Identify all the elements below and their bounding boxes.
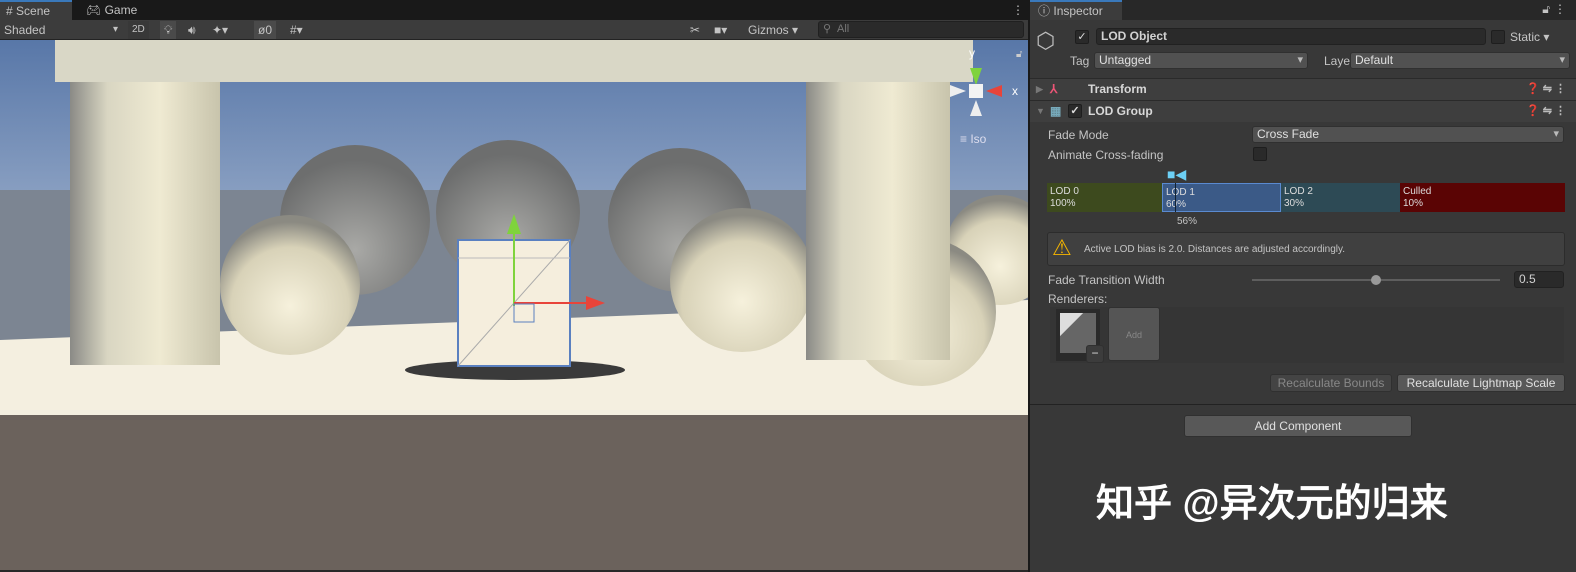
tools-icon[interactable]: ✂ bbox=[690, 21, 700, 39]
lod-name: LOD 0 bbox=[1050, 186, 1079, 197]
foldout-arrow-icon[interactable]: ▶ bbox=[1036, 79, 1043, 100]
hidden-objects-toggle[interactable]: ø0 bbox=[254, 21, 277, 39]
remove-renderer-button[interactable]: − bbox=[1086, 345, 1104, 363]
tag-dropdown[interactable]: Untagged bbox=[1094, 52, 1308, 69]
warning-text: Active LOD bias is 2.0. Distances are ad… bbox=[1084, 244, 1346, 255]
lod-segment-0[interactable]: LOD 0 100% bbox=[1047, 183, 1162, 212]
fade-transition-width-input[interactable]: 0.5 bbox=[1514, 271, 1564, 288]
lod-name: Culled bbox=[1403, 186, 1432, 197]
inspector-header: ⓘ Inspector 🔓︎ ⋮ bbox=[1030, 0, 1576, 20]
animate-cross-fading-label: Animate Cross-fading bbox=[1048, 148, 1164, 162]
gizmo-axis-y[interactable]: y bbox=[969, 46, 975, 60]
add-renderer-button[interactable]: Add bbox=[1108, 307, 1160, 361]
gamepad-icon: 🎮︎ bbox=[86, 3, 102, 17]
static-label: Static bbox=[1510, 30, 1541, 44]
tab-game[interactable]: 🎮︎ Game bbox=[80, 0, 143, 20]
static-dropdown[interactable]: Static ▾ bbox=[1510, 30, 1549, 44]
tab-label: Scene bbox=[16, 4, 51, 18]
lod-pct: 100% bbox=[1050, 198, 1076, 209]
info-icon: ⓘ bbox=[1038, 4, 1051, 18]
inspector-panel: ⓘ Inspector 🔓︎ ⋮ ⬡ ✓ LOD Object Static ▾… bbox=[1030, 0, 1576, 572]
gizmos-dropdown[interactable]: Gizmos ▾ bbox=[748, 21, 798, 39]
object-name-input[interactable]: LOD Object bbox=[1096, 28, 1486, 45]
component-title: LOD Group bbox=[1088, 104, 1153, 118]
transform-icon: ⅄ bbox=[1050, 82, 1058, 96]
foldout-arrow-icon[interactable]: ▼ bbox=[1036, 101, 1045, 122]
scene-viewport[interactable]: y x 🔓︎ ≡ Iso bbox=[0, 40, 1028, 570]
component-actions[interactable]: ❓ ⇋ ⋮ bbox=[1526, 101, 1566, 122]
camera-settings-icon[interactable]: ■▾ bbox=[714, 21, 727, 39]
lod-pct: 30% bbox=[1284, 198, 1305, 209]
lod-segment-culled[interactable]: Culled 10% bbox=[1400, 183, 1565, 212]
scene-toolbar: Shaded ▾ 2D 💡︎ 🔊︎ ✦▾ ø0 #▾ ✂ ■▾ Gizmos ▾ … bbox=[0, 20, 1028, 40]
hash-icon: # bbox=[6, 4, 13, 18]
lod-bias-warning: ⚠ Active LOD bias is 2.0. Distances are … bbox=[1047, 232, 1565, 266]
lod-bar: LOD 0 100% LOD 1 60% LOD 2 30% Culled 10% bbox=[1047, 183, 1565, 212]
animate-cross-fading-checkbox[interactable] bbox=[1253, 147, 1267, 161]
warning-icon: ⚠ bbox=[1052, 235, 1072, 260]
renderers-list: − Add bbox=[1050, 307, 1564, 363]
search-placeholder: All bbox=[837, 23, 850, 35]
watermark: 知乎 @异次元的归来 bbox=[1096, 483, 1448, 525]
scene-render bbox=[0, 40, 1028, 570]
transform-component-header[interactable]: ▶ ⅄ Transform ❓ ⇋ ⋮ bbox=[1030, 78, 1576, 100]
more-menu-icon[interactable]: ⋮ bbox=[1006, 0, 1030, 20]
lighting-toggle-icon[interactable]: 💡︎ bbox=[160, 21, 177, 39]
tag-label: Tag bbox=[1070, 54, 1090, 68]
more-menu-icon[interactable]: ⋮ bbox=[1554, 2, 1566, 16]
component-title: Transform bbox=[1088, 82, 1147, 96]
add-component-button[interactable]: Add Component bbox=[1184, 415, 1412, 437]
fade-transition-slider[interactable] bbox=[1252, 275, 1500, 285]
audio-toggle-icon[interactable]: 🔊︎ bbox=[188, 21, 196, 39]
active-checkbox[interactable]: ✓ bbox=[1075, 30, 1089, 44]
camera-position-marker bbox=[1175, 183, 1176, 212]
tab-label: Game bbox=[104, 3, 138, 17]
fade-transition-width-label: Fade Transition Width bbox=[1048, 273, 1165, 287]
static-checkbox[interactable] bbox=[1491, 30, 1505, 44]
lod-pct: 60% bbox=[1166, 199, 1187, 210]
shading-mode-dropdown[interactable]: Shaded ▾ bbox=[4, 21, 122, 39]
gizmos-label: Gizmos bbox=[748, 23, 789, 37]
shading-label: Shaded bbox=[4, 23, 46, 37]
grid-toggle-icon[interactable]: #▾ bbox=[290, 21, 303, 39]
scene-view-panel: # Scene 🎮︎ Game ⋮ Shaded ▾ 2D 💡︎ 🔊︎ ✦▾ ø0… bbox=[0, 0, 1028, 572]
gameobject-cube-icon: ⬡ bbox=[1036, 28, 1056, 53]
lod-pct: 10% bbox=[1403, 198, 1424, 209]
scene-search-input[interactable]: ⚲ All bbox=[818, 21, 1024, 38]
tab-label: Inspector bbox=[1053, 4, 1103, 18]
fade-mode-label: Fade Mode bbox=[1048, 128, 1109, 142]
lod-group-icon: ▦ bbox=[1050, 104, 1062, 118]
tab-scene[interactable]: # Scene bbox=[0, 0, 72, 20]
recalculate-bounds-button[interactable]: Recalculate Bounds bbox=[1270, 374, 1392, 392]
lock-icon[interactable]: 🔓︎ bbox=[1542, 2, 1550, 17]
fade-mode-dropdown[interactable]: Cross Fade bbox=[1252, 126, 1564, 143]
camera-slider-icon[interactable]: ■◀ bbox=[1167, 166, 1189, 182]
scene-tab-bar: # Scene 🎮︎ Game ⋮ bbox=[0, 0, 1028, 20]
lod-name: LOD 2 bbox=[1284, 186, 1313, 197]
recalculate-lightmap-scale-button[interactable]: Recalculate Lightmap Scale bbox=[1397, 374, 1565, 392]
lock-icon[interactable]: 🔓︎ bbox=[1016, 49, 1022, 60]
divider bbox=[1030, 404, 1576, 405]
search-icon: ⚲ bbox=[823, 23, 832, 35]
projection-toggle[interactable]: ≡ Iso bbox=[960, 132, 986, 146]
tab-inspector[interactable]: ⓘ Inspector bbox=[1030, 0, 1122, 20]
camera-percentage: 56% bbox=[1177, 216, 1198, 227]
lod-group-enabled-checkbox[interactable]: ✓ bbox=[1068, 104, 1082, 118]
renderers-label: Renderers: bbox=[1048, 292, 1108, 306]
slider-knob[interactable] bbox=[1371, 275, 1381, 285]
effects-toggle-icon[interactable]: ✦▾ bbox=[212, 21, 228, 39]
lod-name: LOD 1 bbox=[1166, 187, 1195, 198]
renderer-cube-thumbnail[interactable]: − bbox=[1056, 309, 1104, 363]
2d-toggle-button[interactable]: 2D bbox=[128, 21, 149, 39]
layer-dropdown[interactable]: Default bbox=[1350, 52, 1570, 69]
lod-group-component-header[interactable]: ▼ ▦ ✓ LOD Group ❓ ⇋ ⋮ bbox=[1030, 100, 1576, 122]
hidden-count: 0 bbox=[265, 23, 273, 37]
lod-segment-1[interactable]: LOD 1 60% bbox=[1162, 183, 1281, 212]
lod-segment-2[interactable]: LOD 2 30% bbox=[1281, 183, 1400, 212]
projection-label: Iso bbox=[970, 132, 987, 146]
component-actions[interactable]: ❓ ⇋ ⋮ bbox=[1526, 79, 1566, 100]
gizmo-axis-x[interactable]: x bbox=[1012, 84, 1018, 98]
